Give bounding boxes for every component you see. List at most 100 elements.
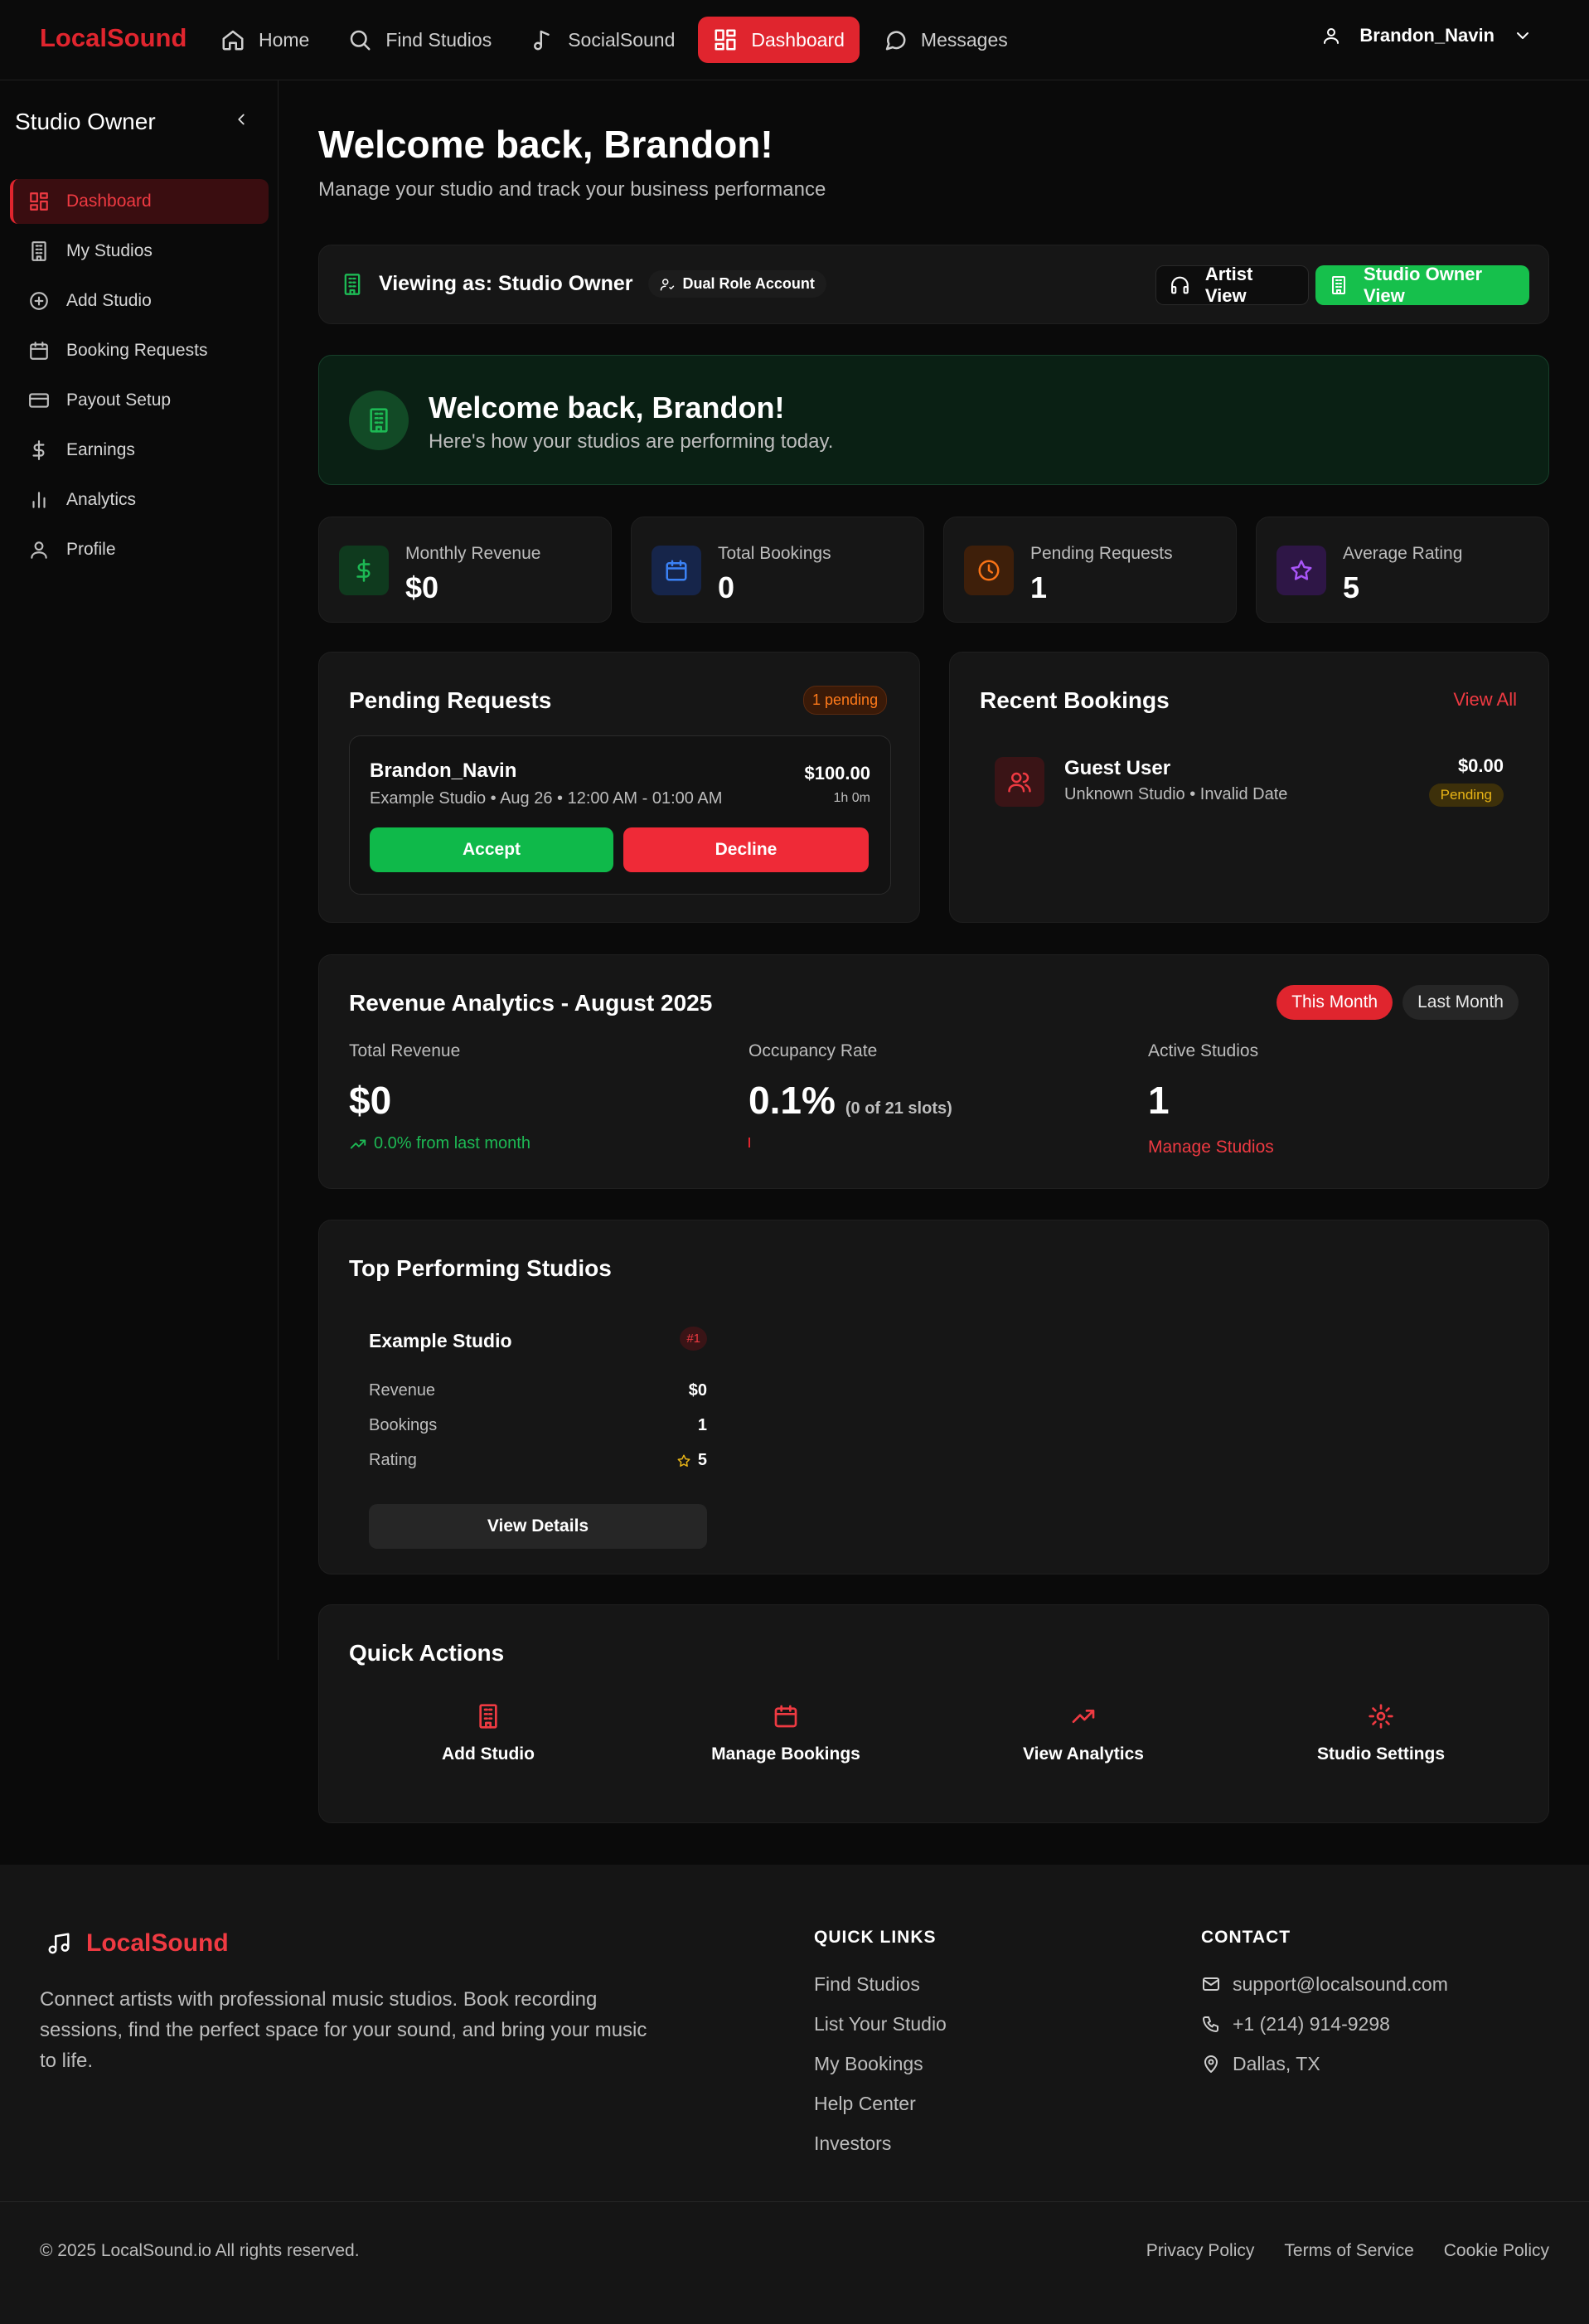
rank-badge: #1 [680, 1327, 707, 1351]
contact-heading: CONTACT [1201, 1928, 1291, 1947]
occupancy-rate-metric: Occupancy Rate 0.1% (0 of 21 slots) [748, 1041, 952, 1147]
quick-action-manage-bookings[interactable]: Manage Bookings [661, 1703, 910, 1764]
copyright: © 2025 LocalSound.io All rights reserved… [40, 2241, 360, 2260]
artist-view-button[interactable]: Artist View [1155, 264, 1309, 306]
calendar-icon [30, 342, 48, 360]
sidebar-item-booking-requests[interactable]: Booking Requests [10, 328, 269, 373]
footer-link[interactable]: Investors [814, 2123, 947, 2163]
stat-icon-box [1277, 546, 1326, 595]
sidebar-item-my-studios[interactable]: My Studios [10, 229, 269, 274]
request-details: Example Studio • Aug 26 • 12:00 AM - 01:… [370, 789, 723, 808]
sidebar-title: Studio Owner [15, 109, 156, 134]
view-details-button[interactable]: View Details [369, 1504, 707, 1549]
revenue-period-tabs: This Month Last Month [1277, 985, 1519, 1020]
revenue-change-text: 0.0% from last month [374, 1134, 530, 1152]
welcome-subtitle: Here's how your studios are performing t… [429, 430, 834, 453]
studio-owner-view-button[interactable]: Studio Owner View [1315, 264, 1529, 306]
manage-studios-link[interactable]: Manage Studios [1148, 1138, 1274, 1157]
contact-phone[interactable]: +1 (214) 914-9298 [1201, 2004, 1448, 2044]
page-subtitle: Manage your studio and track your busine… [318, 178, 826, 201]
star-icon [677, 1454, 690, 1467]
nav-socialsound-label: SocialSound [568, 28, 676, 51]
footer-quick-links: QUICK LINKS Find Studios List Your Studi… [814, 1928, 947, 2163]
footer-link[interactable]: List Your Studio [814, 2004, 947, 2044]
booking-price: $0.00 [1457, 755, 1504, 776]
view-all-link[interactable]: View All [1453, 689, 1517, 711]
total-revenue-metric: Total Revenue $0 0.0% from last month [349, 1041, 530, 1153]
quick-action-add-studio[interactable]: Add Studio [364, 1703, 613, 1764]
request-duration: 1h 0m [833, 791, 870, 805]
user-icon [31, 541, 47, 559]
footer-logo[interactable]: LocalSound [46, 1929, 229, 1958]
nav-dashboard[interactable]: Dashboard [698, 17, 860, 63]
nav-messages[interactable]: Messages [868, 17, 1023, 63]
users-icon [1008, 772, 1031, 793]
tab-this-month[interactable]: This Month [1277, 985, 1393, 1020]
accept-button[interactable]: Accept [370, 827, 613, 872]
pending-requests-title: Pending Requests [349, 687, 552, 713]
trending-up-icon [1072, 1710, 1095, 1723]
user-check-icon [660, 278, 674, 290]
cookie-policy-link[interactable]: Cookie Policy [1444, 2241, 1549, 2261]
quick-action-view-analytics[interactable]: View Analytics [959, 1703, 1208, 1764]
stat-icon-box [652, 546, 701, 595]
gear-icon [1369, 1704, 1393, 1729]
stat-icon-box [964, 546, 1014, 595]
username: Brandon_Navin [1359, 25, 1495, 46]
revenue-analytics-panel: Revenue Analytics - August 2025 This Mon… [318, 954, 1549, 1189]
privacy-policy-link[interactable]: Privacy Policy [1146, 2241, 1255, 2261]
contact-location-text: Dallas, TX [1233, 2052, 1320, 2074]
user-icon [1324, 28, 1340, 44]
sidebar-item-earnings[interactable]: Earnings [10, 428, 269, 473]
sidebar-item-dashboard[interactable]: Dashboard [10, 179, 269, 224]
quick-action-label: Studio Settings [1317, 1744, 1445, 1764]
decline-button[interactable]: Decline [623, 827, 869, 872]
footer-contact: CONTACT support@localsound.com +1 (214) … [1201, 1928, 1448, 2084]
sidebar-item-label: Add Studio [66, 291, 152, 310]
contact-phone-text: +1 (214) 914-9298 [1233, 2012, 1390, 2035]
booking-icon-box [995, 757, 1044, 807]
plus-circle-icon [30, 292, 48, 310]
sidebar-item-label: My Studios [66, 241, 153, 260]
sidebar-item-analytics[interactable]: Analytics [10, 478, 269, 522]
nav-socialsound[interactable]: SocialSound [515, 17, 690, 63]
terms-of-service-link[interactable]: Terms of Service [1284, 2241, 1413, 2261]
studio-bookings-value: 1 [697, 1416, 707, 1434]
footer-description: Connect artists with professional music … [40, 1988, 647, 2072]
booking-name[interactable]: Guest User [1064, 757, 1170, 780]
logo[interactable]: LocalSound [40, 23, 187, 53]
sidebar-item-label: Booking Requests [66, 341, 208, 360]
user-menu[interactable]: Brandon_Navin [1321, 25, 1533, 46]
view-mode-info: Viewing as: Studio Owner Dual Role Accou… [341, 270, 826, 298]
quick-action-label: View Analytics [1023, 1744, 1144, 1764]
footer-link[interactable]: My Bookings [814, 2044, 947, 2084]
occupancy-value: 0.1% (0 of 21 slots) [748, 1078, 952, 1123]
revenue-change-note: 0.0% from last month [349, 1134, 530, 1153]
tab-last-month[interactable]: Last Month [1402, 985, 1519, 1020]
footer-link[interactable]: Find Studios [814, 1964, 947, 2004]
star-icon [1291, 560, 1312, 580]
dollar-icon [32, 440, 45, 460]
top-navbar: LocalSound Home Find Studios SocialSound… [0, 0, 1589, 80]
sidebar: Studio Owner Dashboard My Studios Add St… [0, 80, 279, 1660]
footer-link[interactable]: Help Center [814, 2084, 947, 2123]
dollar-icon [356, 559, 371, 582]
quick-action-studio-settings[interactable]: Studio Settings [1257, 1703, 1505, 1764]
nav-menu: Home Find Studios SocialSound Dashboard … [206, 17, 1023, 63]
recent-bookings-panel: Recent Bookings View All Guest User Unkn… [949, 652, 1549, 923]
quick-actions-panel: Quick Actions Add Studio Manage Bookings… [318, 1604, 1549, 1823]
contact-email[interactable]: support@localsound.com [1201, 1964, 1448, 2004]
sidebar-item-add-studio[interactable]: Add Studio [10, 279, 269, 323]
request-artist-name: Brandon_Navin [370, 759, 517, 782]
clock-icon [978, 560, 1000, 581]
chevron-left-icon[interactable] [232, 110, 250, 129]
nav-home[interactable]: Home [206, 17, 324, 63]
calendar-icon [666, 560, 687, 581]
total-revenue-value: $0 [349, 1078, 530, 1123]
sidebar-item-payout-setup[interactable]: Payout Setup [10, 378, 269, 423]
building-icon [1332, 275, 1346, 295]
nav-find-studios[interactable]: Find Studios [332, 17, 506, 63]
sidebar-item-profile[interactable]: Profile [10, 527, 269, 572]
nav-find-studios-label: Find Studios [385, 28, 492, 51]
welcome-title: Welcome back, Brandon! [429, 391, 785, 425]
